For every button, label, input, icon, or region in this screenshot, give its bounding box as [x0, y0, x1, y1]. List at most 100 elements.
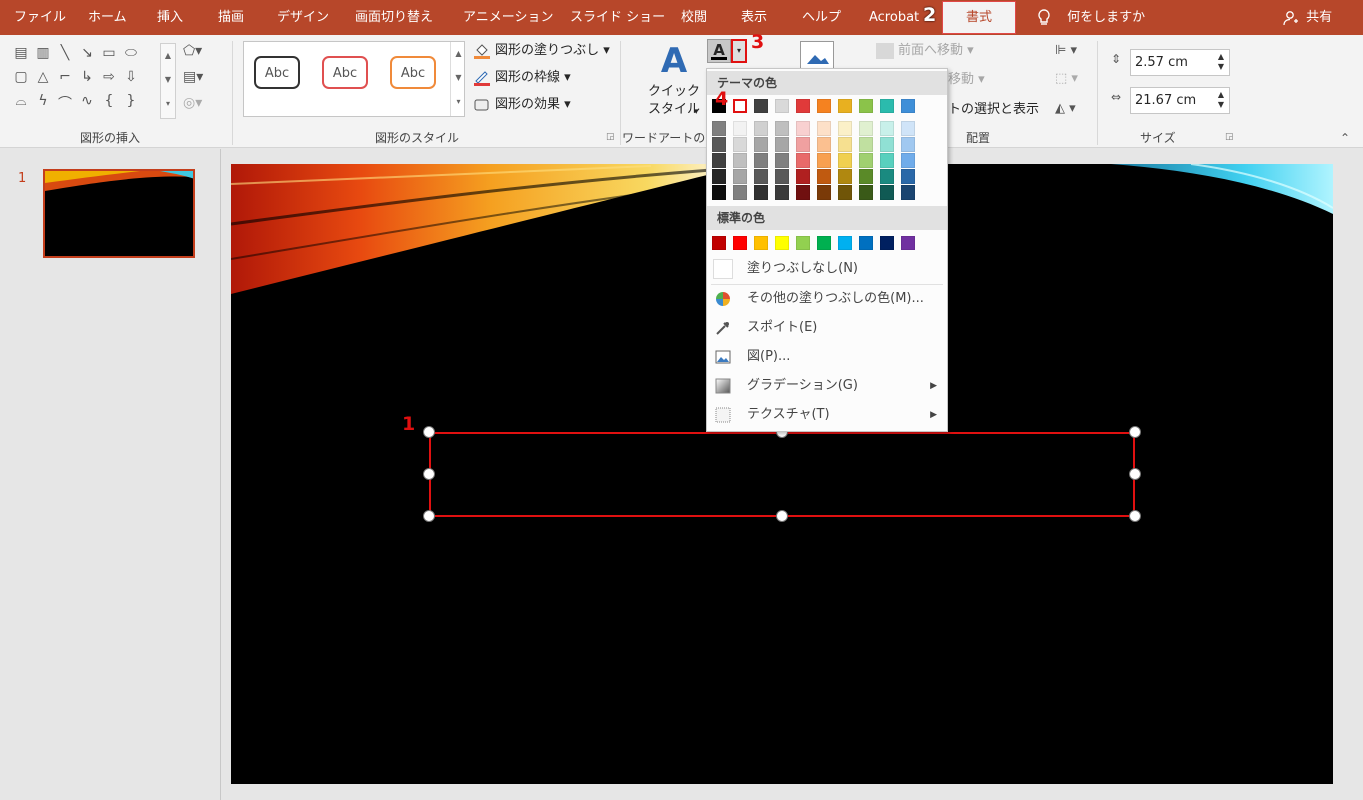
theme-shade-swatch[interactable]: [838, 169, 852, 184]
more-colors-menu-item[interactable]: その他の塗りつぶしの色(M)...: [707, 285, 947, 313]
merge-shapes-icon[interactable]: ◎▾: [183, 95, 202, 111]
theme-shade-swatch[interactable]: [775, 185, 789, 200]
rectangle-shape-icon[interactable]: ▭: [98, 45, 120, 61]
width-spinner[interactable]: ▲ ▼: [1215, 90, 1227, 110]
rotate-icon[interactable]: ◭ ▾: [1055, 101, 1076, 116]
align-icon[interactable]: ⊫ ▾: [1055, 43, 1077, 58]
tab-insert[interactable]: 挿入: [157, 0, 183, 35]
shape-style-red[interactable]: Abc: [322, 56, 368, 89]
dialog-launcher-icon[interactable]: ◲: [606, 132, 615, 142]
send-backward-button[interactable]: 移動 ▾: [948, 69, 985, 91]
resize-handle-top-right[interactable]: [1129, 426, 1141, 438]
right-arrow-shape-icon[interactable]: ⇨: [98, 69, 120, 85]
theme-shade-swatch[interactable]: [880, 121, 894, 136]
theme-shade-swatch[interactable]: [901, 121, 915, 136]
text-fill-button[interactable]: A: [707, 39, 731, 63]
edit-shape-icon[interactable]: ⬠▾: [183, 43, 202, 59]
shape-effects-button[interactable]: 図形の効果 ▾: [473, 94, 571, 116]
tab-help[interactable]: ヘルプ: [802, 0, 841, 35]
standard-color-swatch[interactable]: [880, 236, 894, 250]
theme-shade-swatch[interactable]: [901, 185, 915, 200]
resize-handle-right[interactable]: [1129, 468, 1141, 480]
textbox-icon[interactable]: ▤▾: [183, 69, 203, 85]
resize-handle-left[interactable]: [423, 468, 435, 480]
theme-shade-swatch[interactable]: [838, 153, 852, 168]
theme-shade-swatch[interactable]: [817, 185, 831, 200]
arrow-line-shape-icon[interactable]: ↘: [76, 45, 98, 61]
wordart-style-icon[interactable]: A: [654, 41, 694, 85]
shape-styles-gallery[interactable]: Abc Abc Abc: [243, 41, 465, 117]
theme-shade-swatch[interactable]: [901, 137, 915, 152]
height-spinner[interactable]: ▲ ▼: [1215, 52, 1227, 72]
theme-shade-swatch[interactable]: [775, 153, 789, 168]
shape-style-orange[interactable]: Abc: [390, 56, 436, 89]
theme-color-swatch[interactable]: [901, 99, 915, 113]
right-brace-shape-icon[interactable]: }: [120, 93, 142, 109]
theme-color-swatch[interactable]: [859, 99, 873, 113]
tab-file[interactable]: ファイル: [14, 0, 66, 35]
theme-color-swatch[interactable]: [838, 99, 852, 113]
theme-shade-swatch[interactable]: [712, 169, 726, 184]
theme-shade-swatch[interactable]: [838, 137, 852, 152]
standard-color-swatch[interactable]: [754, 236, 768, 250]
theme-shade-swatch[interactable]: [880, 185, 894, 200]
textbox-shape-icon[interactable]: ▤: [10, 45, 32, 61]
shape-width-input[interactable]: 21.67 cm ▲ ▼: [1130, 87, 1230, 114]
gradient-menu-item[interactable]: グラデーション(G) ▶: [707, 372, 947, 400]
freeform-shape-icon[interactable]: ⌓: [10, 93, 32, 109]
standard-color-swatch[interactable]: [838, 236, 852, 250]
theme-shade-swatch[interactable]: [733, 153, 747, 168]
theme-shade-swatch[interactable]: [859, 185, 873, 200]
theme-shade-swatch[interactable]: [817, 153, 831, 168]
theme-shade-swatch[interactable]: [838, 185, 852, 200]
alt-text-icon[interactable]: [800, 41, 834, 71]
theme-color-swatch[interactable]: [754, 99, 768, 113]
arc-shape-icon[interactable]: ⌒: [54, 93, 76, 113]
shape-style-dark[interactable]: Abc: [254, 56, 300, 89]
theme-shade-swatch[interactable]: [859, 153, 873, 168]
theme-shade-swatch[interactable]: [775, 169, 789, 184]
bring-forward-button[interactable]: 前面へ移動 ▾: [876, 40, 974, 62]
resize-handle-bottom-left[interactable]: [423, 510, 435, 522]
slide-thumbnail[interactable]: [43, 169, 195, 258]
tab-review[interactable]: 校閲: [681, 0, 707, 35]
theme-color-swatch[interactable]: [880, 99, 894, 113]
theme-shade-swatch[interactable]: [901, 153, 915, 168]
selection-pane-button[interactable]: トの選択と表示: [948, 99, 1039, 121]
scribble-shape-icon[interactable]: ϟ: [32, 93, 54, 109]
tab-format[interactable]: 書式: [942, 1, 1016, 34]
styles-gallery-scroll[interactable]: ▲ ▼ ▾: [450, 42, 466, 116]
vertical-textbox-shape-icon[interactable]: ▥: [32, 45, 54, 61]
share-button[interactable]: 共有: [1283, 0, 1332, 35]
theme-shade-swatch[interactable]: [775, 137, 789, 152]
theme-shade-swatch[interactable]: [859, 121, 873, 136]
theme-shade-swatch[interactable]: [754, 153, 768, 168]
theme-shade-swatch[interactable]: [712, 153, 726, 168]
theme-shade-swatch[interactable]: [817, 169, 831, 184]
tab-draw[interactable]: 描画: [218, 0, 244, 35]
elbow-arrow-shape-icon[interactable]: ↳: [76, 69, 98, 85]
theme-shade-swatch[interactable]: [712, 185, 726, 200]
theme-shade-swatch[interactable]: [838, 121, 852, 136]
theme-shade-swatch[interactable]: [796, 121, 810, 136]
no-fill-menu-item[interactable]: 塗りつぶしなし(N): [707, 255, 947, 283]
theme-shade-swatch[interactable]: [796, 169, 810, 184]
theme-shade-swatch[interactable]: [817, 121, 831, 136]
theme-shade-swatch[interactable]: [754, 185, 768, 200]
tab-design[interactable]: デザイン: [277, 0, 329, 35]
standard-color-swatch[interactable]: [817, 236, 831, 250]
theme-color-swatch[interactable]: [817, 99, 831, 113]
standard-color-swatch[interactable]: [796, 236, 810, 250]
theme-shade-swatch[interactable]: [796, 137, 810, 152]
down-arrow-shape-icon[interactable]: ⇩: [120, 69, 142, 85]
shapes-gallery-scroll[interactable]: ▲ ▼ ▾: [160, 43, 176, 119]
standard-color-swatch[interactable]: [712, 236, 726, 250]
resize-handle-bottom-right[interactable]: [1129, 510, 1141, 522]
theme-shade-swatch[interactable]: [901, 169, 915, 184]
elbow-connector-shape-icon[interactable]: ⌐: [54, 69, 76, 85]
theme-shade-swatch[interactable]: [754, 121, 768, 136]
theme-shade-swatch[interactable]: [775, 121, 789, 136]
group-objects-icon[interactable]: ⬚ ▾: [1055, 71, 1078, 86]
standard-color-swatch[interactable]: [901, 236, 915, 250]
theme-shade-swatch[interactable]: [712, 121, 726, 136]
